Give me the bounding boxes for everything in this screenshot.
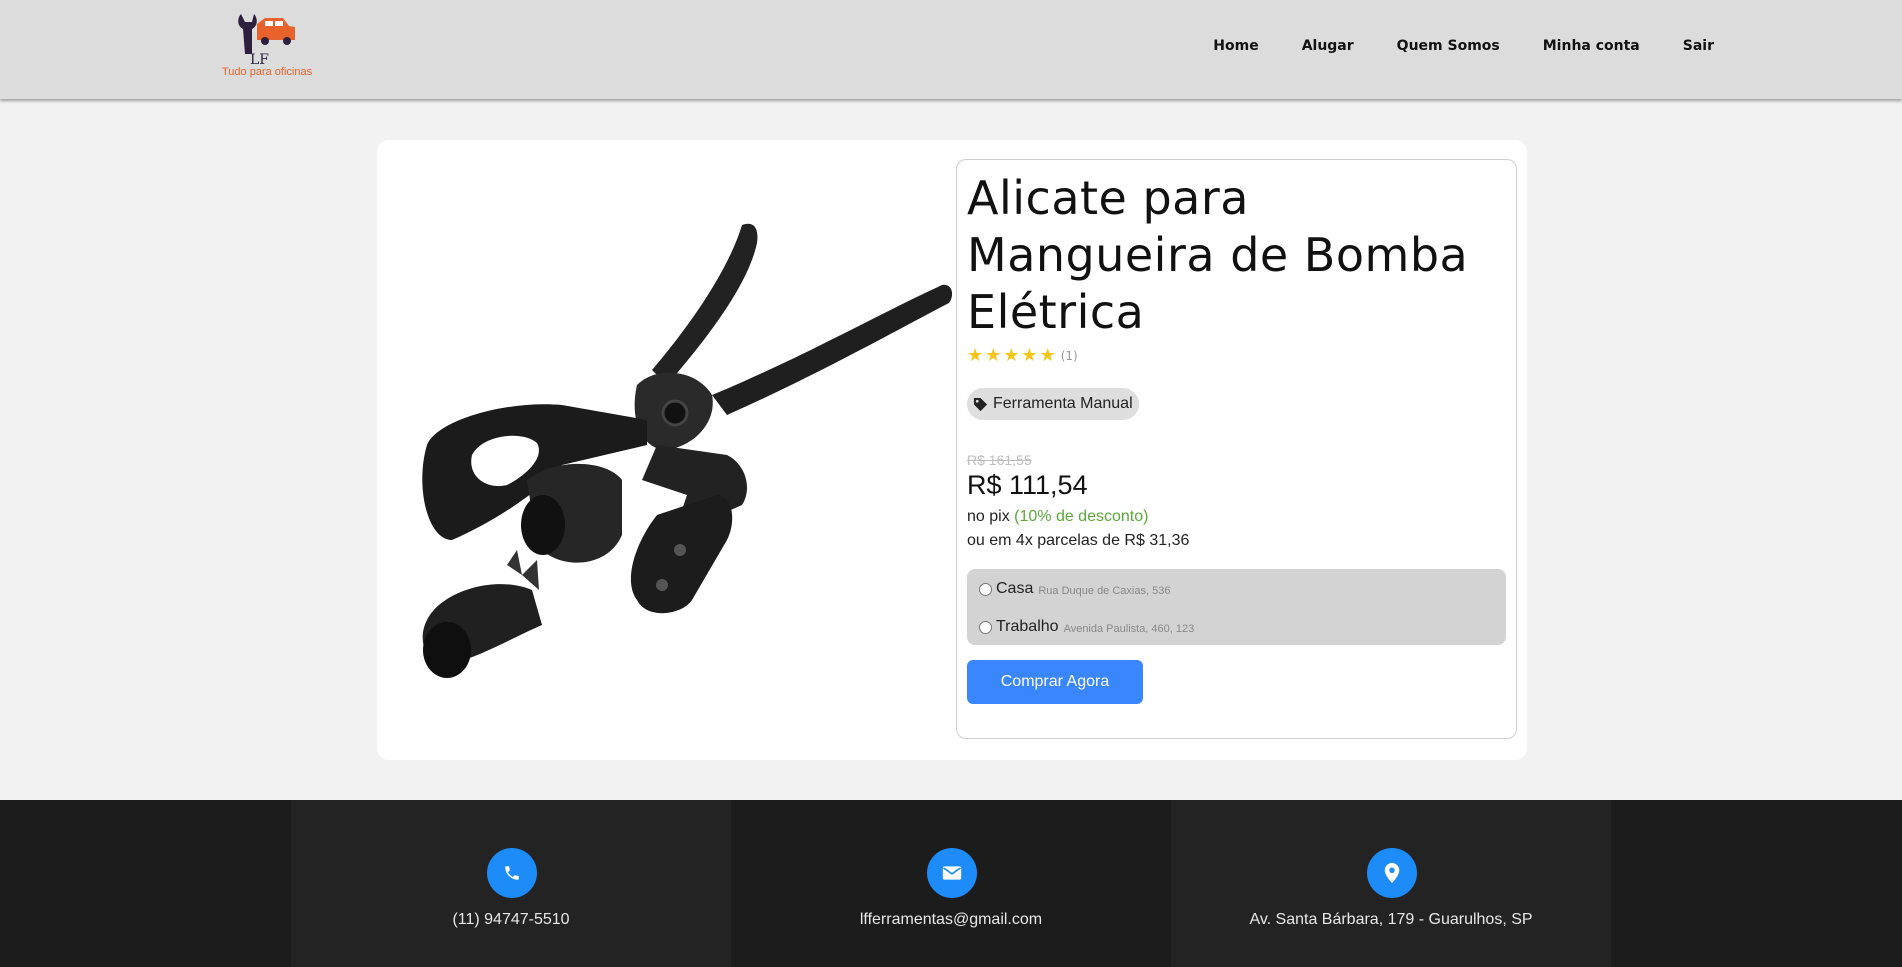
old-price: R$ 161,55 [967,452,1032,468]
rating: ★ ★ ★ ★ ★ (1) [967,345,1078,366]
product-card: Alicate para Mangueira de Bomba Elétrica… [377,140,1527,760]
pix-info: no pix (10% de desconto) [967,508,1148,526]
nav-minha-conta[interactable]: Minha conta [1543,38,1640,54]
nav-sair[interactable]: Sair [1683,38,1714,54]
pix-prefix: no pix [967,508,1015,525]
star-icon: ★ [1021,345,1038,366]
main-nav: Home Alugar Quem Somos Minha conta Sair [1170,38,1714,54]
star-icon: ★ [985,345,1002,366]
category-label: Ferramenta Manual [993,395,1133,412]
logo[interactable]: LF Tudo para oficinas [215,8,315,80]
tag-icon [973,397,988,411]
phone-icon[interactable] [487,848,537,898]
site-header: LF Tudo para oficinas Home Alugar Quem S… [0,0,1902,99]
nav-home[interactable]: Home [1213,38,1258,54]
radio-button[interactable] [979,582,992,596]
installments-info: ou em 4x parcelas de R$ 31,36 [967,532,1190,549]
product-image [422,223,953,678]
nav-alugar[interactable]: Alugar [1302,38,1354,54]
footer-phone: (11) 94747-5510 [291,800,731,967]
star-icon: ★ [1003,345,1020,366]
address-option-casa[interactable]: Casa Rua Duque de Caxias, 536 [979,580,1170,598]
product-title: Alicate para Mangueira de Bomba Elétrica [967,171,1469,339]
radio-button[interactable] [979,620,992,634]
category-badge[interactable]: Ferramenta Manual [967,388,1139,420]
buy-now-button[interactable]: Comprar Agora [967,660,1143,704]
product-info-panel: Alicate para Mangueira de Bomba Elétrica… [956,159,1517,739]
nav-quem-somos[interactable]: Quem Somos [1397,38,1500,54]
footer-email-text[interactable]: lfferramentas@gmail.com [731,911,1171,929]
star-icon: ★ [967,345,984,366]
address-name: Casa [996,580,1034,597]
address-selector: Casa Rua Duque de Caxias, 536 Trabalho A… [967,569,1506,645]
address-name: Trabalho [996,618,1059,635]
footer-address: Av. Santa Bárbara, 179 - Guarulhos, SP [1171,800,1611,967]
address-option-trabalho[interactable]: Trabalho Avenida Paulista, 460, 123 [979,618,1194,636]
footer-email: lfferramentas@gmail.com [731,800,1171,967]
rating-count: (1) [1060,348,1078,363]
location-pin-icon[interactable] [1367,848,1417,898]
mail-icon[interactable] [927,848,977,898]
pix-discount: (10% de desconto) [1014,508,1149,525]
address-detail: Avenida Paulista, 460, 123 [1063,622,1195,635]
wrench-car-logo [238,14,295,54]
footer-address-text[interactable]: Av. Santa Bárbara, 179 - Guarulhos, SP [1171,911,1611,929]
site-footer: (11) 94747-5510 lfferramentas@gmail.com … [0,800,1902,967]
footer-phone-text[interactable]: (11) 94747-5510 [291,911,731,929]
logo-tagline: Tudo para oficinas [222,66,313,78]
address-detail: Rua Duque de Caxias, 536 [1038,584,1171,597]
current-price: R$ 111,54 [967,470,1088,500]
star-icon: ★ [1039,345,1056,366]
